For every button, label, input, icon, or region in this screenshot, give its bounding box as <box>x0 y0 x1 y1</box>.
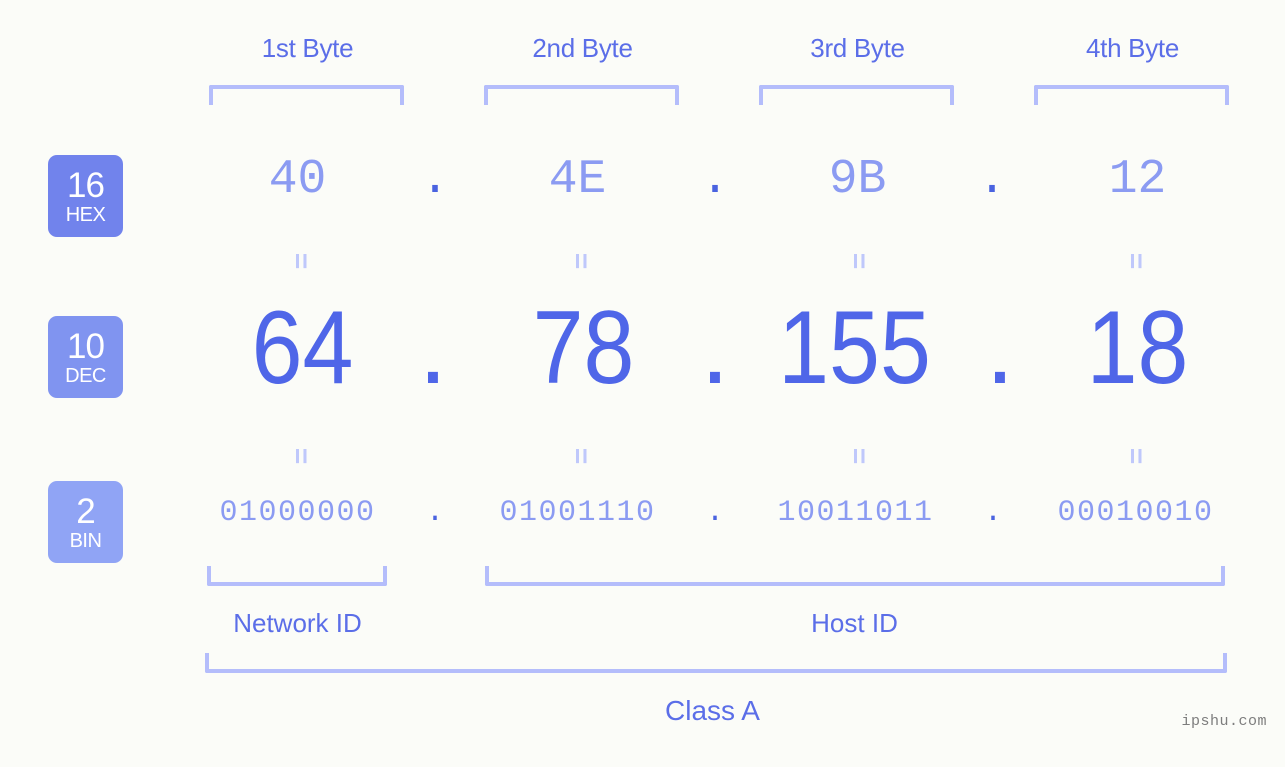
byte-header-4: 4th Byte <box>1086 33 1179 63</box>
network-id-label: Network ID <box>233 608 362 638</box>
hex-separator-3: . <box>977 153 1007 207</box>
dec-octet-3: 155 <box>778 290 931 406</box>
equals-sign-dec-bin-1: = <box>286 447 317 465</box>
host-id-bracket <box>485 566 1225 586</box>
dec-octet-1: 64 <box>251 290 354 406</box>
base-badge-hex: 16 HEX <box>48 155 123 237</box>
byte-header-2: 2nd Byte <box>532 33 633 63</box>
byte-header-3: 3rd Byte <box>810 33 905 63</box>
host-id-label: Host ID <box>811 608 898 638</box>
hex-octet-1: 40 <box>268 153 327 207</box>
bin-octet-4: 00010010 <box>1057 496 1214 530</box>
equals-sign-dec-bin-4: = <box>1121 447 1152 465</box>
dec-separator-1: . <box>418 290 448 406</box>
hex-octet-4: 12 <box>1108 153 1167 207</box>
bin-octet-2: 01001110 <box>499 496 656 530</box>
byte-header-1: 1st Byte <box>261 33 354 63</box>
dec-separator-3: . <box>985 290 1015 406</box>
base-badge-dec-number: 10 <box>67 326 105 366</box>
base-badge-bin-number: 2 <box>76 491 95 531</box>
equals-sign-hex-dec-2: = <box>566 252 597 270</box>
bin-separator-2: . <box>705 496 724 530</box>
bin-separator-3: . <box>983 496 1002 530</box>
equals-sign-hex-dec-1: = <box>286 252 317 270</box>
class-label: Class A <box>665 695 760 726</box>
base-badge-hex-name: HEX <box>65 203 106 226</box>
equals-sign-hex-dec-3: = <box>844 252 875 270</box>
bin-octet-1: 01000000 <box>219 496 376 530</box>
byte-bracket-3 <box>759 85 954 105</box>
base-badge-hex-number: 16 <box>67 165 105 205</box>
byte-bracket-2 <box>484 85 679 105</box>
site-watermark: ipshu.com <box>1181 713 1267 730</box>
byte-bracket-4 <box>1034 85 1229 105</box>
hex-octet-2: 4E <box>548 153 607 207</box>
hex-separator-1: . <box>420 153 450 207</box>
base-badge-bin: 2 BIN <box>48 481 123 563</box>
base-badge-dec: 10 DEC <box>48 316 123 398</box>
class-bracket <box>205 653 1227 673</box>
bin-separator-1: . <box>425 496 444 530</box>
dec-separator-2: . <box>700 290 730 406</box>
hex-separator-2: . <box>700 153 730 207</box>
base-badge-bin-name: BIN <box>69 529 102 552</box>
hex-octet-3: 9B <box>828 153 887 207</box>
network-id-bracket <box>207 566 387 586</box>
equals-sign-dec-bin-3: = <box>844 447 875 465</box>
base-badge-dec-name: DEC <box>65 364 106 387</box>
ip-address-breakdown-diagram: 1st Byte 2nd Byte 3rd Byte 4th Byte 16 H… <box>0 0 1285 767</box>
dec-octet-4: 18 <box>1086 290 1189 406</box>
equals-sign-hex-dec-4: = <box>1121 252 1152 270</box>
dec-octet-2: 78 <box>532 290 635 406</box>
byte-bracket-1 <box>209 85 404 105</box>
bin-octet-3: 10011011 <box>777 496 934 530</box>
equals-sign-dec-bin-2: = <box>566 447 597 465</box>
